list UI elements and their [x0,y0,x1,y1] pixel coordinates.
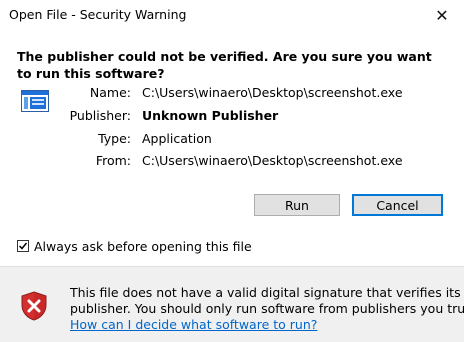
checkmark-icon [18,242,28,250]
close-button[interactable]: ✕ [420,0,464,30]
footer-line-1: This file does not have a valid digital … [70,285,461,300]
field-type: Type: Application [0,131,464,149]
title-bar[interactable]: Open File - Security Warning ✕ [0,0,464,30]
security-warning-dialog: Open File - Security Warning ✕ The publi… [0,0,464,342]
field-label: Publisher: [69,108,131,123]
footer-message: This file does not have a valid digital … [70,285,464,333]
field-publisher: Publisher: Unknown Publisher [0,108,464,126]
warning-heading: The publisher could not be verified. Are… [17,49,432,81]
always-ask-label: Always ask before opening this file [34,239,252,254]
field-value: C:\Users\winaero\Desktop\screenshot.exe [142,85,403,100]
cancel-button[interactable]: Cancel [352,194,443,216]
field-from: From: C:\Users\winaero\Desktop\screensho… [0,153,464,171]
footer-line-2: publisher. You should only run software … [70,301,464,316]
window-title: Open File - Security Warning [9,7,187,22]
warning-footer: This file does not have a valid digital … [0,266,464,342]
run-button[interactable]: Run [254,194,340,216]
field-label: Name: [89,85,131,100]
field-label: From: [95,153,131,168]
help-link[interactable]: How can I decide what software to run? [70,317,317,332]
close-icon: ✕ [435,5,449,25]
field-label: Type: [98,131,131,146]
field-value: C:\Users\winaero\Desktop\screenshot.exe [142,153,403,168]
shield-warning-icon [20,291,48,321]
field-value: Unknown Publisher [142,108,279,123]
always-ask-checkbox[interactable] [17,240,29,252]
field-value: Application [142,131,212,146]
field-name: Name: C:\Users\winaero\Desktop\screensho… [0,85,464,103]
